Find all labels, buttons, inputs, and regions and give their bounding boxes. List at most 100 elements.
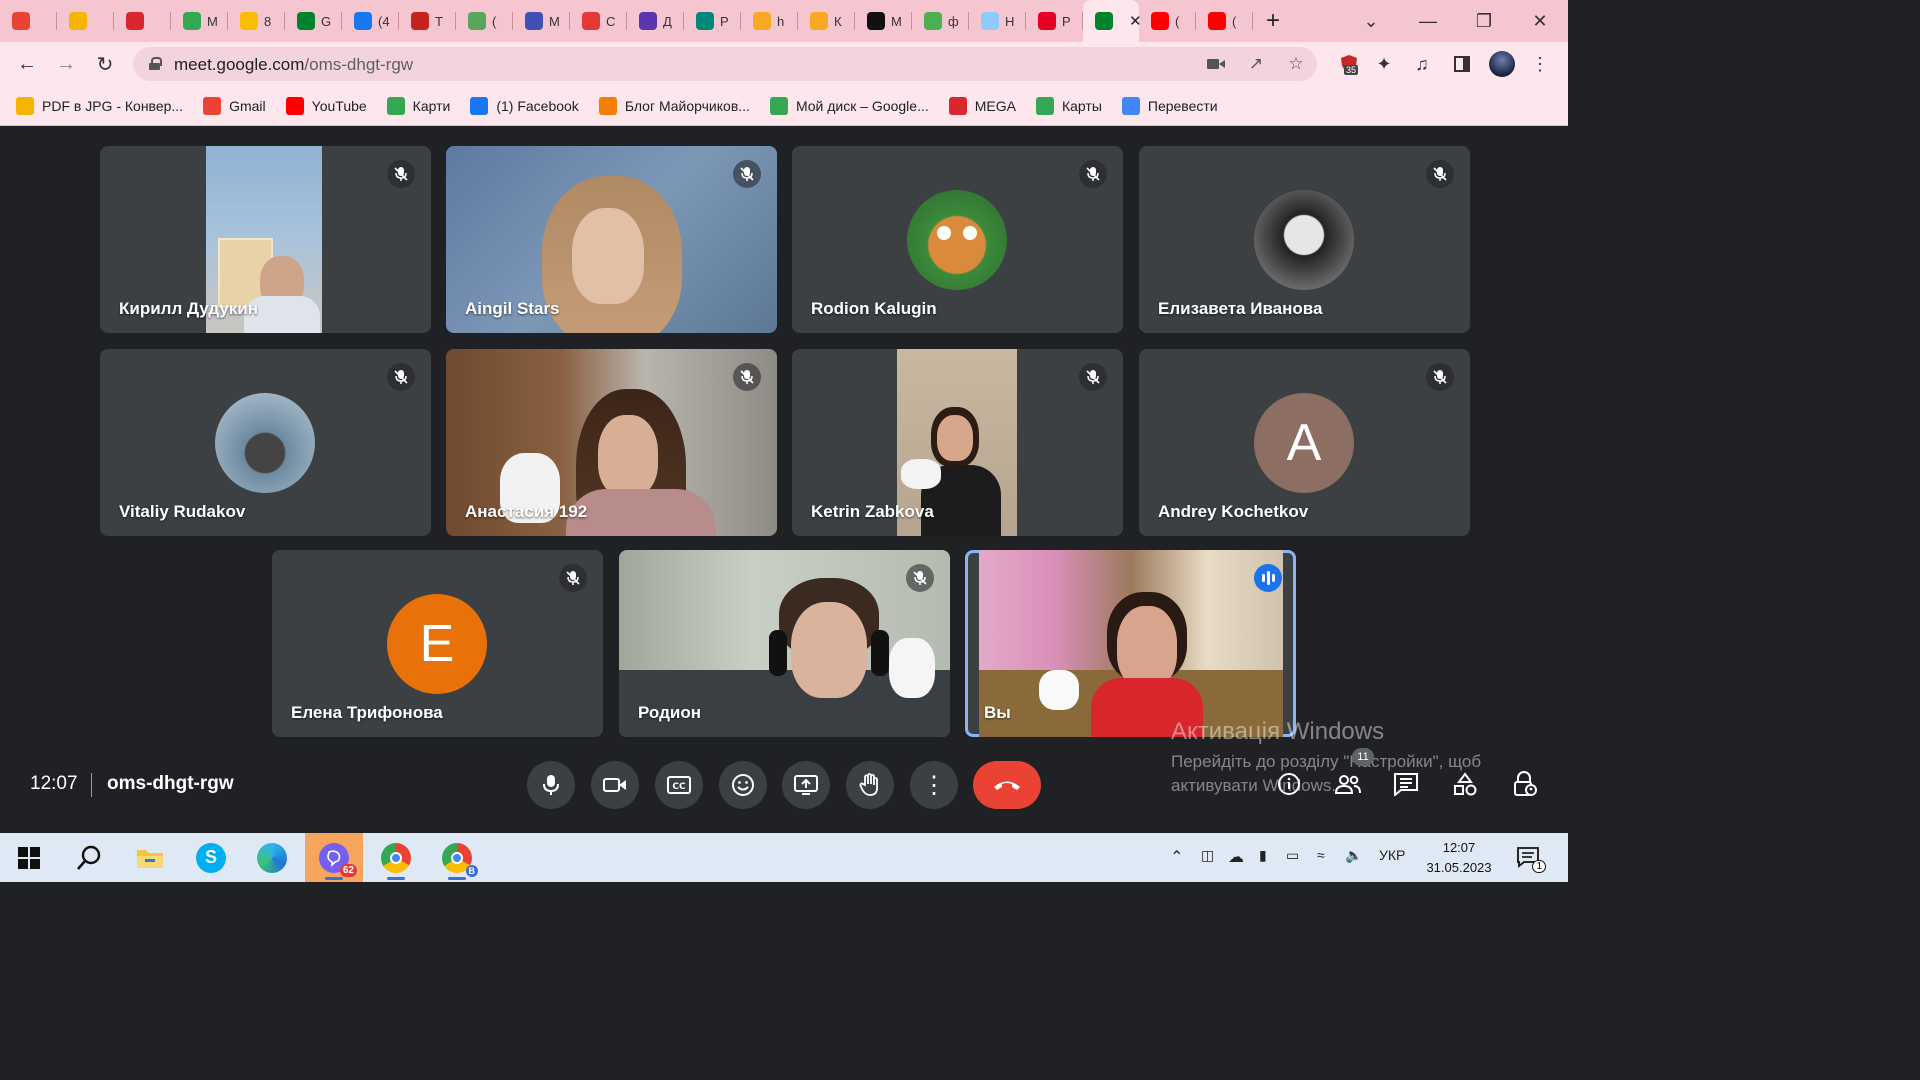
more-options-button[interactable]: ⋮ [910, 761, 958, 809]
bookmark-item[interactable]: Карты [1035, 96, 1102, 115]
minimize-button[interactable]: — [1400, 0, 1456, 42]
bookmark-item[interactable]: Мой диск – Google... [769, 96, 929, 115]
participant-tile[interactable]: Vitaliy Rudakov [100, 349, 431, 536]
tab-search-icon[interactable]: ⌄ [1343, 0, 1399, 42]
people-button[interactable] [1331, 767, 1365, 801]
browser-tab[interactable]: К [798, 0, 855, 42]
skype-button[interactable]: S [182, 833, 240, 882]
bookmark-item[interactable]: Блог Майорчиков... [598, 96, 750, 115]
watermark-title: Активація Windows [1171, 718, 1385, 745]
notification-center-button[interactable]: 1 [1516, 845, 1546, 873]
browser-tab[interactable] [57, 0, 114, 42]
activities-button[interactable] [1448, 767, 1482, 801]
meeting-details-button[interactable] [1272, 767, 1306, 801]
participant-tile[interactable]: A Andrey Kochetkov [1139, 349, 1470, 536]
taskbar-clock[interactable]: 12:07 31.05.2023 [1424, 838, 1494, 878]
bookmark-label: MEGA [974, 97, 1016, 114]
browser-tab[interactable]: ( [1139, 0, 1196, 42]
chrome-profile-button[interactable]: B [428, 833, 486, 882]
browser-tab[interactable]: С [570, 0, 627, 42]
bookmark-star-icon[interactable]: ☆ [1285, 53, 1307, 75]
bookmark-item[interactable]: Перевести [1121, 96, 1218, 115]
mic-off-icon [1426, 363, 1454, 391]
address-bar[interactable]: meet.google.com/oms-dhgt-rgw ↗ ☆ [133, 47, 1317, 81]
participant-tile[interactable]: Анастасия 192 [446, 349, 777, 536]
reactions-button[interactable] [719, 761, 767, 809]
browser-tab[interactable]: Н [969, 0, 1026, 42]
participant-name: Andrey Kochetkov [1158, 502, 1309, 521]
leave-call-button[interactable] [973, 761, 1041, 809]
close-window-button[interactable]: ✕ [1512, 0, 1568, 42]
participant-tile[interactable]: Aingil Stars [446, 146, 777, 333]
url-text[interactable]: meet.google.com/oms-dhgt-rgw [174, 55, 413, 75]
participant-tile[interactable]: Ketrin Zabkova [792, 349, 1123, 536]
menu-kebab-icon[interactable]: ⋮ [1527, 51, 1553, 77]
edge-button[interactable] [243, 833, 301, 882]
browser-tab[interactable]: Д [627, 0, 684, 42]
browser-tab[interactable] [0, 0, 57, 42]
bookmark-label: Перевести [1147, 97, 1218, 114]
bookmark-item[interactable]: Gmail [203, 96, 266, 115]
browser-tab[interactable]: Р [684, 0, 741, 42]
browser-tab-active[interactable]: М✕ [1083, 0, 1142, 42]
participant-tile[interactable]: Елизавета Иванова [1139, 146, 1470, 333]
participant-tile[interactable]: Родион [619, 550, 950, 737]
wifi-icon[interactable]: ≈ [1317, 847, 1325, 863]
camera-icon[interactable] [1205, 53, 1227, 75]
participant-tile[interactable]: Кирилл Дудукин [100, 146, 431, 333]
extensions-puzzle-icon[interactable]: ✦ [1371, 51, 1397, 77]
browser-tab[interactable]: М [171, 0, 228, 42]
captions-button[interactable]: CC [655, 761, 703, 809]
restore-button[interactable]: ❐ [1456, 0, 1512, 42]
browser-tab[interactable]: ( [456, 0, 513, 42]
back-button[interactable]: ← [13, 50, 41, 78]
file-explorer-button[interactable] [121, 833, 179, 882]
camera-button[interactable] [591, 761, 639, 809]
media-control-icon[interactable]: ♫ [1409, 51, 1435, 77]
bookmark-item[interactable]: MEGA [948, 96, 1016, 115]
present-screen-button[interactable] [782, 761, 830, 809]
input-language[interactable]: УКР [1379, 847, 1405, 863]
bookmark-item[interactable]: Карти [386, 96, 450, 115]
participant-tile[interactable]: E Елена Трифонова [272, 550, 603, 737]
browser-tab[interactable] [114, 0, 171, 42]
start-button[interactable] [0, 833, 58, 882]
chrome-profile-icon: B [442, 842, 478, 877]
taskbar-search-button[interactable] [60, 833, 118, 882]
browser-tab[interactable]: 8 [228, 0, 285, 42]
bookmark-item[interactable]: YouTube [285, 96, 367, 115]
chrome-button[interactable] [367, 833, 425, 882]
browser-tab[interactable]: М [513, 0, 570, 42]
browser-tab[interactable]: М [855, 0, 912, 42]
browser-tab[interactable]: Р [1026, 0, 1083, 42]
viber-button[interactable]: 62 [305, 833, 363, 882]
side-panel-icon[interactable] [1449, 51, 1475, 77]
chevron-up-icon[interactable]: ⌃ [1170, 847, 1183, 867]
onedrive-cloud-icon[interactable]: ☁ [1228, 847, 1244, 867]
host-controls-button[interactable] [1508, 767, 1542, 801]
profile-avatar[interactable] [1489, 51, 1515, 77]
reload-button[interactable]: ↻ [91, 50, 119, 78]
forward-button[interactable]: → [52, 50, 80, 78]
participant-tile[interactable]: Rodion Kalugin [792, 146, 1123, 333]
chat-button[interactable] [1389, 767, 1423, 801]
volume-icon[interactable]: 🔈 [1345, 847, 1362, 864]
browser-tab[interactable]: ( [1196, 0, 1253, 42]
browser-tab[interactable]: T [399, 0, 456, 42]
browser-tab[interactable]: ф [912, 0, 969, 42]
browser-tab[interactable]: h [741, 0, 798, 42]
raise-hand-button[interactable] [846, 761, 894, 809]
new-tab-button[interactable]: + [1253, 7, 1293, 35]
share-icon[interactable]: ↗ [1245, 53, 1267, 75]
battery-icon[interactable]: ▭ [1286, 847, 1299, 864]
browser-tab[interactable]: (4 [342, 0, 399, 42]
extension-shield-icon[interactable]: 35 [1336, 51, 1362, 77]
taskbar-date: 31.05.2023 [1426, 860, 1492, 875]
browser-tab[interactable]: G [285, 0, 342, 42]
self-participant-tile[interactable]: Вы [965, 550, 1296, 737]
bookmark-item[interactable]: PDF в JPG - Конвер... [16, 96, 183, 115]
microphone-button[interactable] [527, 761, 575, 809]
bookmark-item[interactable]: (1) Facebook [470, 96, 579, 115]
microphone-tray-icon[interactable]: ▮ [1259, 847, 1267, 864]
device-icon[interactable]: ◫ [1201, 847, 1214, 864]
